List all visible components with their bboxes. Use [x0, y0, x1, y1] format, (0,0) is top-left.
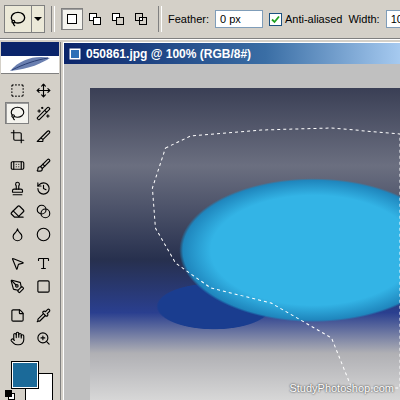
tool-preset-face	[5, 6, 32, 32]
tool-grid	[1, 74, 59, 349]
magnetic-lasso-icon	[10, 11, 26, 27]
tool-button[interactable]	[5, 223, 29, 245]
selection-mode-button[interactable]	[130, 8, 152, 30]
watermark: StudyPhotoshop.com	[289, 382, 394, 394]
tool-button[interactable]	[31, 304, 55, 326]
selection-mode-icon	[88, 12, 102, 26]
magic-wand-icon	[36, 106, 51, 121]
blur-icon	[10, 227, 25, 242]
tool-button[interactable]	[31, 275, 55, 297]
default-colors-icon[interactable]	[5, 390, 15, 400]
canvas-area: StudyPhotoshop.com	[64, 64, 400, 400]
selection-mode-button[interactable]	[107, 8, 129, 30]
history-brush-icon	[36, 181, 51, 196]
toolbox	[0, 42, 61, 400]
tool-button[interactable]	[5, 200, 29, 222]
anti-aliased-label: Anti-aliased	[285, 13, 342, 25]
selection-mode-button[interactable]	[61, 8, 83, 30]
tool-button[interactable]	[31, 154, 55, 176]
type-icon	[36, 256, 51, 271]
tool-button[interactable]	[31, 102, 55, 124]
tool-button[interactable]	[5, 275, 29, 297]
tool-button[interactable]	[5, 125, 29, 147]
feather-label: Feather:	[168, 13, 209, 25]
tool-button[interactable]	[31, 125, 55, 147]
checkbox-box	[269, 13, 282, 26]
tool-button[interactable]	[5, 79, 29, 101]
selection-outline-icon	[90, 88, 400, 400]
dropdown-arrow-icon	[32, 6, 44, 32]
tool-button[interactable]	[5, 102, 29, 124]
tool-button[interactable]	[31, 252, 55, 274]
path-select-icon	[10, 256, 25, 271]
toolbox-header[interactable]	[1, 42, 59, 74]
separator	[51, 6, 55, 32]
width-field[interactable]: 10 px	[386, 10, 400, 28]
selection-mode-icon	[111, 12, 125, 26]
anti-aliased-checkbox[interactable]: Anti-aliased	[269, 13, 342, 26]
document-title: 050861.jpg @ 100% (RGB/8#)	[86, 47, 251, 61]
color-swatches	[5, 359, 55, 400]
tool-button[interactable]	[31, 327, 55, 349]
pen-icon	[10, 279, 25, 294]
tool-button[interactable]	[5, 327, 29, 349]
workspace: 050861.jpg @ 100% (RGB/8#) StudyPhotoshop…	[0, 39, 400, 400]
tool-button[interactable]	[31, 200, 55, 222]
tool-button[interactable]	[31, 177, 55, 199]
default-colors-graphic-icon	[5, 390, 15, 400]
tool-button[interactable]	[5, 252, 29, 274]
notes-icon	[10, 308, 25, 323]
feather-logo-icon	[8, 55, 52, 73]
selection-mode-button[interactable]	[84, 8, 106, 30]
document-icon	[68, 47, 82, 61]
crop-icon	[10, 129, 25, 144]
separator	[158, 6, 162, 32]
tool-button[interactable]	[31, 223, 55, 245]
document-title-bar[interactable]: 050861.jpg @ 100% (RGB/8#)	[64, 43, 400, 64]
healing-brush-icon	[10, 158, 25, 173]
clone-stamp-icon	[10, 181, 25, 196]
check-icon	[271, 15, 280, 24]
options-bar: Feather: 0 px Anti-aliased Width: 10 px	[0, 0, 400, 39]
marquee-icon	[10, 83, 25, 98]
lasso-icon	[10, 106, 25, 121]
tool-button[interactable]	[5, 304, 29, 326]
selection-mode-icon	[65, 12, 79, 26]
foreground-color[interactable]	[11, 361, 39, 389]
gradient-icon	[36, 204, 51, 219]
tool-button[interactable]	[5, 154, 29, 176]
slice-icon	[36, 129, 51, 144]
feather-field[interactable]: 0 px	[215, 10, 263, 28]
hand-icon	[10, 331, 25, 346]
tool-button[interactable]	[5, 177, 29, 199]
selection-mode-icon	[134, 12, 148, 26]
move-icon	[36, 83, 51, 98]
document-window: 050861.jpg @ 100% (RGB/8#) StudyPhotoshop…	[63, 42, 400, 400]
photo[interactable]: StudyPhotoshop.com	[90, 88, 400, 400]
tool-button[interactable]	[31, 79, 55, 101]
shape-icon	[36, 279, 51, 294]
eraser-icon	[10, 204, 25, 219]
eyedropper-icon	[36, 308, 51, 323]
selection-modes	[61, 8, 152, 30]
brush-icon	[36, 158, 51, 173]
width-label: Width:	[348, 13, 379, 25]
photoshop-window: Feather: 0 px Anti-aliased Width: 10 px 05086…	[0, 0, 400, 400]
zoom-icon	[36, 331, 51, 346]
tool-preset-picker[interactable]	[4, 5, 45, 33]
dodge-icon	[36, 227, 51, 242]
